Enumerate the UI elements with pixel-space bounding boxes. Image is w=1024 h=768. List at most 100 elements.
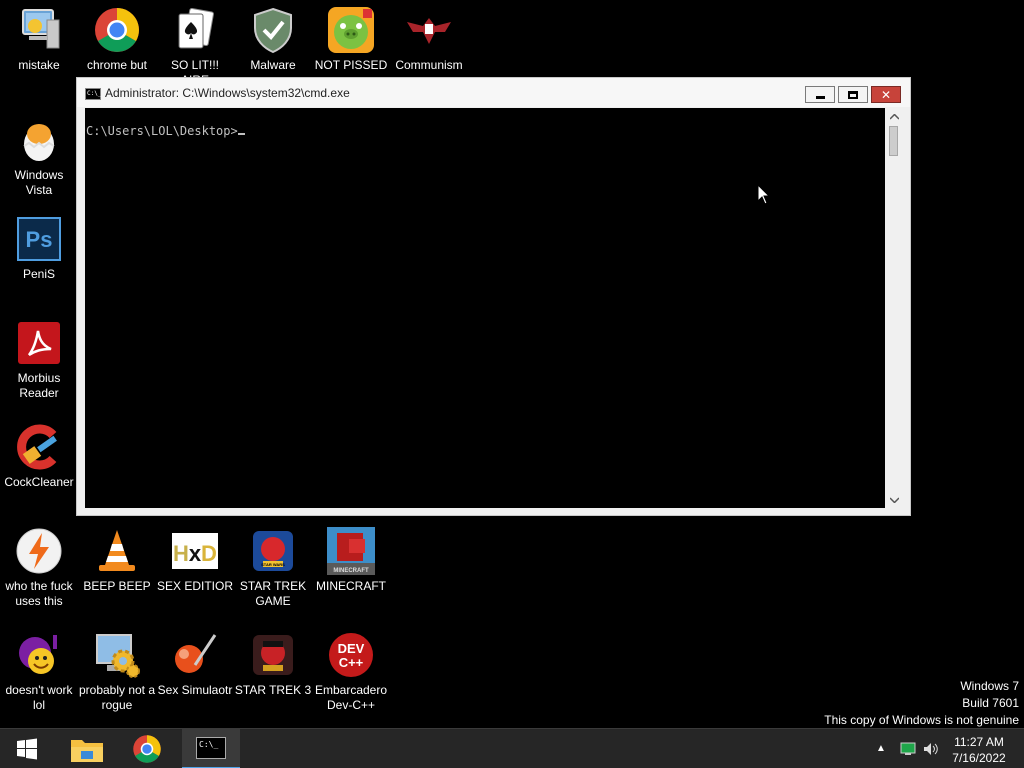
desktop-icon-communism[interactable]: Communism	[390, 6, 468, 73]
hxd-glyph-d: D	[201, 541, 217, 566]
cmd-window[interactable]: C:\_ Administrator: C:\Windows\system32\…	[76, 77, 911, 516]
angry-birds-pig-icon	[327, 6, 375, 54]
watermark-genuine: This copy of Windows is not genuine	[824, 713, 1019, 727]
hxd-icon: H x D	[171, 527, 219, 575]
minimize-button[interactable]	[805, 86, 835, 103]
desktop-icon-label: NOT PISSED	[314, 58, 388, 72]
desktop-icon-label: STAR TREK GAME	[239, 579, 307, 608]
desktop-icon-label: PeniS	[22, 267, 56, 281]
ccleaner-icon	[15, 423, 63, 471]
desktop-icon-who-uses-this[interactable]: who the fuck uses this	[0, 527, 78, 609]
vlc-cone-icon	[93, 527, 141, 575]
photoshop-glyph: Ps	[26, 227, 53, 252]
eagle-emblem-icon	[405, 6, 453, 54]
minimize-icon	[815, 95, 825, 99]
taskbar-file-explorer[interactable]	[62, 729, 112, 768]
network-icon[interactable]	[900, 742, 916, 756]
desktop-icon-chrome-but[interactable]: chrome but	[78, 6, 156, 73]
cmd-titlebar[interactable]: C:\_ Administrator: C:\Windows\system32\…	[77, 78, 910, 107]
close-button[interactable]: ✕	[871, 86, 901, 103]
desktop-icon-morbius-reader[interactable]: Morbius Reader	[0, 319, 78, 401]
desktop-icon-label: Sex Simulaotr	[157, 683, 233, 697]
playing-cards-icon	[171, 6, 219, 54]
vertical-scrollbar[interactable]	[885, 108, 903, 508]
devcpp-icon: DEV C++	[327, 631, 375, 679]
desktop-icon-label: who the fuck uses this	[5, 579, 73, 608]
desktop-icon-label: CockCleaner	[4, 475, 74, 489]
minecraft-icon: MINECRAFT	[327, 527, 375, 575]
scroll-down-arrow[interactable]	[885, 491, 903, 508]
chrome-icon	[93, 6, 141, 54]
maximize-button[interactable]	[838, 86, 868, 103]
winamp-bolt-icon	[15, 527, 63, 575]
desktop-icon-label: mistake	[18, 58, 60, 72]
clock-time: 11:27 AM	[954, 735, 1004, 749]
clock-date: 7/16/2022	[952, 751, 1006, 765]
scroll-up-arrow[interactable]	[885, 108, 903, 125]
settings-monitor-icon	[93, 631, 141, 679]
computer-icon	[15, 6, 63, 54]
folder-icon	[71, 740, 103, 762]
chrome-icon	[133, 735, 161, 763]
desktop-icon-so-lit-aire[interactable]: SO LIT!!! AIRE	[156, 6, 234, 88]
angry-birds-star-wars-2-icon	[249, 631, 297, 679]
desktop-icon-label: STAR TREK 3	[234, 683, 312, 697]
egg-icon	[15, 116, 63, 164]
devcpp-glyph-line2: C++	[339, 655, 364, 670]
desktop-icon-star-trek-3[interactable]: STAR TREK 3	[234, 631, 312, 698]
desktop-icon-sex-editior[interactable]: H x D SEX EDITIOR	[156, 527, 234, 594]
desktop-icon-label: probably not a rogue	[78, 683, 156, 712]
windows-watermark: Windows 7 Build 7601 This copy of Window…	[824, 678, 1019, 729]
desktop-icon-label: Morbius Reader	[17, 371, 61, 400]
desktop-icon-label: Communism	[395, 58, 463, 72]
desktop-icon-star-trek-game[interactable]: STAR WARS STAR TREK GAME	[234, 527, 312, 609]
desktop-icon-label: Embarcadero Dev-C++	[314, 683, 388, 712]
desktop-icon-label: MINECRAFT	[316, 579, 386, 593]
taskbar-chrome[interactable]	[122, 729, 172, 768]
desktop-icon-not-pissed[interactable]: NOT PISSED	[312, 6, 390, 73]
desktop-icon-cockcleaner[interactable]: CockCleaner	[0, 423, 78, 490]
desktop-icon-beep-beep[interactable]: BEEP BEEP	[78, 527, 156, 594]
taskbar-cmd[interactable]: C:\_	[182, 729, 240, 768]
volume-icon[interactable]	[923, 741, 939, 757]
hxd-glyph-x: x	[189, 541, 202, 566]
angry-birds-star-wars-icon: STAR WARS	[249, 527, 297, 575]
desktop-icon-malware[interactable]: Malware	[234, 6, 312, 73]
desktop-icon-windows-vista[interactable]: Windows Vista	[0, 116, 78, 198]
cmd-app-icon: C:\_	[85, 88, 101, 100]
maximize-icon	[848, 90, 858, 99]
paint-brush-ball-icon	[171, 631, 219, 679]
desktop-icon-label: Windows Vista	[14, 168, 64, 197]
window-title: Administrator: C:\Windows\system32\cmd.e…	[105, 86, 350, 100]
console-line: C:\Users\LOL\Desktop>	[86, 124, 245, 138]
desktop-icon-label: chrome but	[86, 58, 148, 72]
photoshop-icon: Ps	[15, 215, 63, 263]
desktop-icon-minecraft[interactable]: MINECRAFT MINECRAFT	[312, 527, 390, 594]
pdf-reader-icon	[15, 319, 63, 367]
desktop-icon-label: doesn't work lol	[5, 683, 73, 712]
close-icon: ✕	[880, 87, 892, 102]
scrollbar-thumb[interactable]	[889, 126, 898, 156]
yahoo-messenger-icon	[15, 631, 63, 679]
cmd-icon: C:\_	[196, 737, 226, 759]
watermark-build: Build 7601	[962, 696, 1019, 710]
start-button[interactable]	[0, 729, 54, 768]
show-hidden-icons-button[interactable]: ▲	[876, 743, 886, 754]
text-cursor	[237, 133, 245, 135]
system-tray: ▲ 11:27 AM 7/16/2022	[870, 729, 1024, 768]
shield-check-icon	[249, 6, 297, 54]
command-prompt: C:\Users\LOL\Desktop>	[86, 124, 238, 138]
taskbar: C:\_ ▲ 11:27 AM 7/16/2022	[0, 728, 1024, 768]
desktop-icon-probably-not-a-rogue[interactable]: probably not a rogue	[78, 631, 156, 713]
clock[interactable]: 11:27 AM 7/16/2022	[946, 734, 1012, 766]
desktop-icon-doesnt-work[interactable]: doesn't work lol	[0, 631, 78, 713]
watermark-os: Windows 7	[960, 679, 1019, 693]
desktop-icon-mistake[interactable]: mistake	[0, 6, 78, 73]
console-area[interactable]: C:\Users\LOL\Desktop>	[85, 108, 885, 508]
desktop-icon-label: Malware	[250, 58, 296, 72]
minecraft-glyph: MINECRAFT	[333, 568, 369, 574]
star-wars-glyph: STAR WARS	[261, 562, 285, 567]
desktop-icon-penis[interactable]: Ps PeniS	[0, 215, 78, 282]
desktop-icon-sex-simulaotr[interactable]: Sex Simulaotr	[156, 631, 234, 698]
desktop-icon-dev-cpp[interactable]: DEV C++ Embarcadero Dev-C++	[312, 631, 390, 713]
